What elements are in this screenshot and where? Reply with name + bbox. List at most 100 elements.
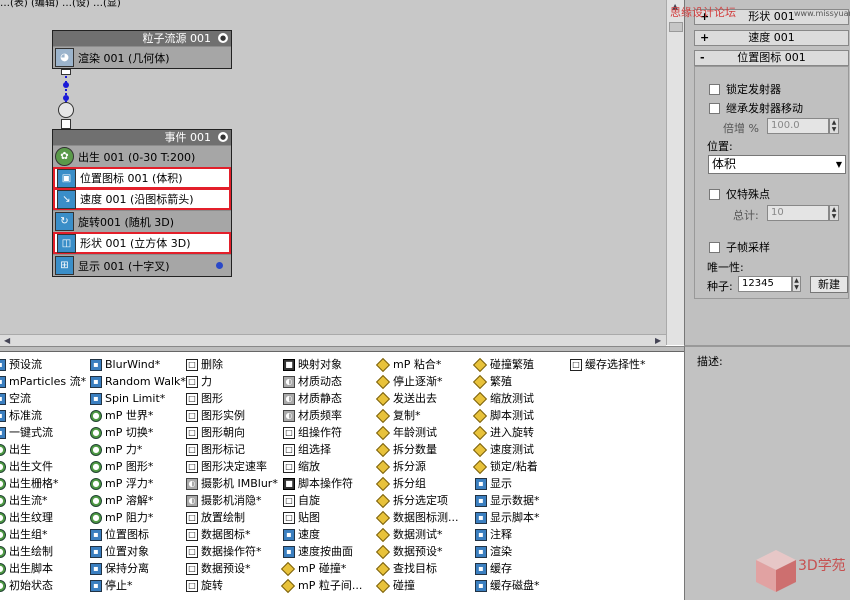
depot-item[interactable]: ▪mParticles 流* [0,373,86,390]
depot-item[interactable]: □ 图形 [186,390,223,407]
depot-item[interactable]: □ 图形标记 [186,441,245,458]
depot-item[interactable]: 年龄测试 [375,424,437,441]
depot-item[interactable]: ▪标准流 [0,407,42,424]
depot-item[interactable]: 数据测试* [375,526,443,543]
depot-item[interactable]: 碰撞繁殖 [472,356,534,373]
depot-item[interactable]: □ 数据预设* [186,560,251,577]
depot-item[interactable]: 拆分组 [375,475,426,492]
location-dropdown[interactable]: 体积 ▼ [708,155,846,174]
depot-item[interactable]: ▪ 速度按曲面 [283,543,353,560]
spinner-arrows-icon[interactable]: ▲ ▼ [829,205,839,221]
output-socket[interactable] [61,69,71,75]
depot-item[interactable]: ● mP 阻力* [90,509,153,526]
depot-item[interactable]: □ 图形决定速率 [186,458,267,475]
depot-item[interactable]: □ 数据操作符* [186,543,262,560]
depot-item[interactable]: □ 放置绘制 [186,509,245,526]
seed-field[interactable]: 12345 [738,276,792,292]
operator-speed[interactable]: ↘ 速度 001 (沿图标箭头) [53,188,231,210]
depot-item[interactable]: 停止逐渐* [375,373,443,390]
canvas-horizontal-scrollbar[interactable]: ◀ ▶ [0,334,666,346]
depot-item[interactable]: ●出生纹理 [0,509,53,526]
depot-item[interactable]: □ 图形朝向 [186,424,245,441]
depot-item[interactable]: 碰撞 [375,577,415,594]
depot-item[interactable]: ◐ 材质静态 [283,390,342,407]
depot-item[interactable]: ■ 映射对象 [283,356,342,373]
depot-item[interactable]: ▪ 显示 [475,475,512,492]
depot-item[interactable]: ▪ 缓存 [475,560,512,577]
depot-item[interactable]: ●出生栅格* [0,475,59,492]
input-socket[interactable] [61,119,71,129]
depot-item[interactable]: ● mP 世界* [90,407,153,424]
depot-item[interactable]: ●出生绘制 [0,543,53,560]
operator-shape[interactable]: ◫ 形状 001 (立方体 3D) [53,232,231,254]
depot-item[interactable]: ●出生 [0,441,31,458]
depot-item[interactable]: ▪ 渲染 [475,543,512,560]
canvas-vertical-scrollbar[interactable]: ▲ [666,0,684,345]
depot-item[interactable]: mP 粒子间... [280,577,362,594]
depot-item[interactable]: □ 贴图 [283,509,320,526]
node-event[interactable]: 事件 001 ● ✿ 出生 001 (0-30 T:200) ▣ 位置图标 00… [52,129,232,277]
depot-item[interactable]: ▪ 位置图标 [90,526,149,543]
depot-item[interactable]: 数据图标测... [375,509,459,526]
depot-item[interactable]: □ 组操作符 [283,424,342,441]
depot-item[interactable]: ●出生文件 [0,458,53,475]
depot-item[interactable]: ● mP 图形* [90,458,153,475]
depot-item[interactable]: 拆分数量 [375,441,437,458]
depot-item[interactable]: 进入旋转 [472,424,534,441]
depot-item[interactable]: ● mP 力* [90,441,142,458]
depot-item[interactable]: ▪一键式流 [0,424,53,441]
depot-item[interactable]: 锁定/粘着 [472,458,538,475]
particle-view-canvas[interactable]: …(表) (编辑) …(设) …(显) 粒子流源 001 ● ◕ 渲染 001 … [0,0,666,334]
operator-birth[interactable]: ✿ 出生 001 (0-30 T:200) [53,145,231,167]
depot-item[interactable]: ▪ Spin Limit* [90,390,165,407]
depot-item[interactable]: ◐ 材质动态 [283,373,342,390]
node-particle-source[interactable]: 粒子流源 001 ● ◕ 渲染 001 (几何体) [52,30,232,69]
depot-item[interactable]: ● mP 浮力* [90,475,153,492]
depot-item[interactable]: 拆分选定项 [375,492,448,509]
depot-item[interactable]: □ 自旋 [283,492,320,509]
depot-item[interactable]: ▪空流 [0,390,31,407]
depot-item[interactable]: 拆分源 [375,458,426,475]
depot-item[interactable]: 缩放测试 [472,390,534,407]
operator-position-icon[interactable]: ▣ 位置图标 001 (体积) [53,167,231,189]
depot-item[interactable]: ▪预设流 [0,356,42,373]
scroll-left-icon[interactable]: ◀ [4,336,10,345]
depot-item[interactable]: ●出生脚本 [0,560,53,577]
operator-display[interactable]: ⊞ 显示 001 (十字叉) [53,254,231,276]
depot-item[interactable]: ◐ 材质频率 [283,407,342,424]
operator-render[interactable]: ◕ 渲染 001 (几何体) [53,46,231,68]
depot-item[interactable]: ▪ 显示脚本* [475,509,540,526]
depot-item[interactable]: □ 缓存选择性* [570,356,646,373]
spinner-arrows-icon[interactable]: ▲ ▼ [792,276,801,292]
depot-item[interactable]: ●出生组* [0,526,48,543]
chevron-down-icon[interactable]: ▼ [836,156,842,173]
new-seed-button[interactable]: 新建 [810,276,848,293]
depot-item[interactable]: ●出生流* [0,492,48,509]
input-connector[interactable] [58,102,74,118]
depot-item[interactable]: ● mP 溶解* [90,492,153,509]
checkbox-box[interactable] [709,188,720,200]
depot-item[interactable]: ◐ 摄影机 IMBlur* [186,475,278,492]
operator-depot[interactable]: ▪预设流▪mParticles 流*▪空流▪标准流▪一键式流●出生●出生文件●出… [0,352,684,600]
inherit-motion-checkbox[interactable]: 继承发射器移动 [709,100,803,116]
spinner-arrows-icon[interactable]: ▲ ▼ [829,118,839,134]
depot-item[interactable]: 数据预设* [375,543,443,560]
lock-emitter-checkbox[interactable]: 锁定发射器 [709,81,781,97]
operator-rotation[interactable]: ↻ 旋转001 (随机 3D) [53,210,231,232]
multiplier-field[interactable]: 100.0 [767,118,829,134]
checkbox-box[interactable] [709,83,720,95]
depot-item[interactable]: ▪ 停止* [90,577,133,594]
depot-item[interactable]: ● mP 切换* [90,424,153,441]
depot-item[interactable]: □ 缩放 [283,458,320,475]
depot-item[interactable]: ▪ 速度 [283,526,320,543]
rollout-position-icon[interactable]: - 位置图标 001 [694,50,849,66]
depot-item[interactable]: □ 组选择 [283,441,331,458]
depot-item[interactable]: □ 图形实例 [186,407,245,424]
depot-item[interactable]: 脚本测试 [472,407,534,424]
depot-item[interactable]: mP 粘合* [375,356,441,373]
depot-item[interactable]: 速度测试 [472,441,534,458]
pin-icon[interactable]: ● [218,33,228,43]
depot-item[interactable]: 复制* [375,407,421,424]
checkbox-box[interactable] [709,241,720,253]
subframe-checkbox[interactable]: 子帧采样 [709,239,770,255]
